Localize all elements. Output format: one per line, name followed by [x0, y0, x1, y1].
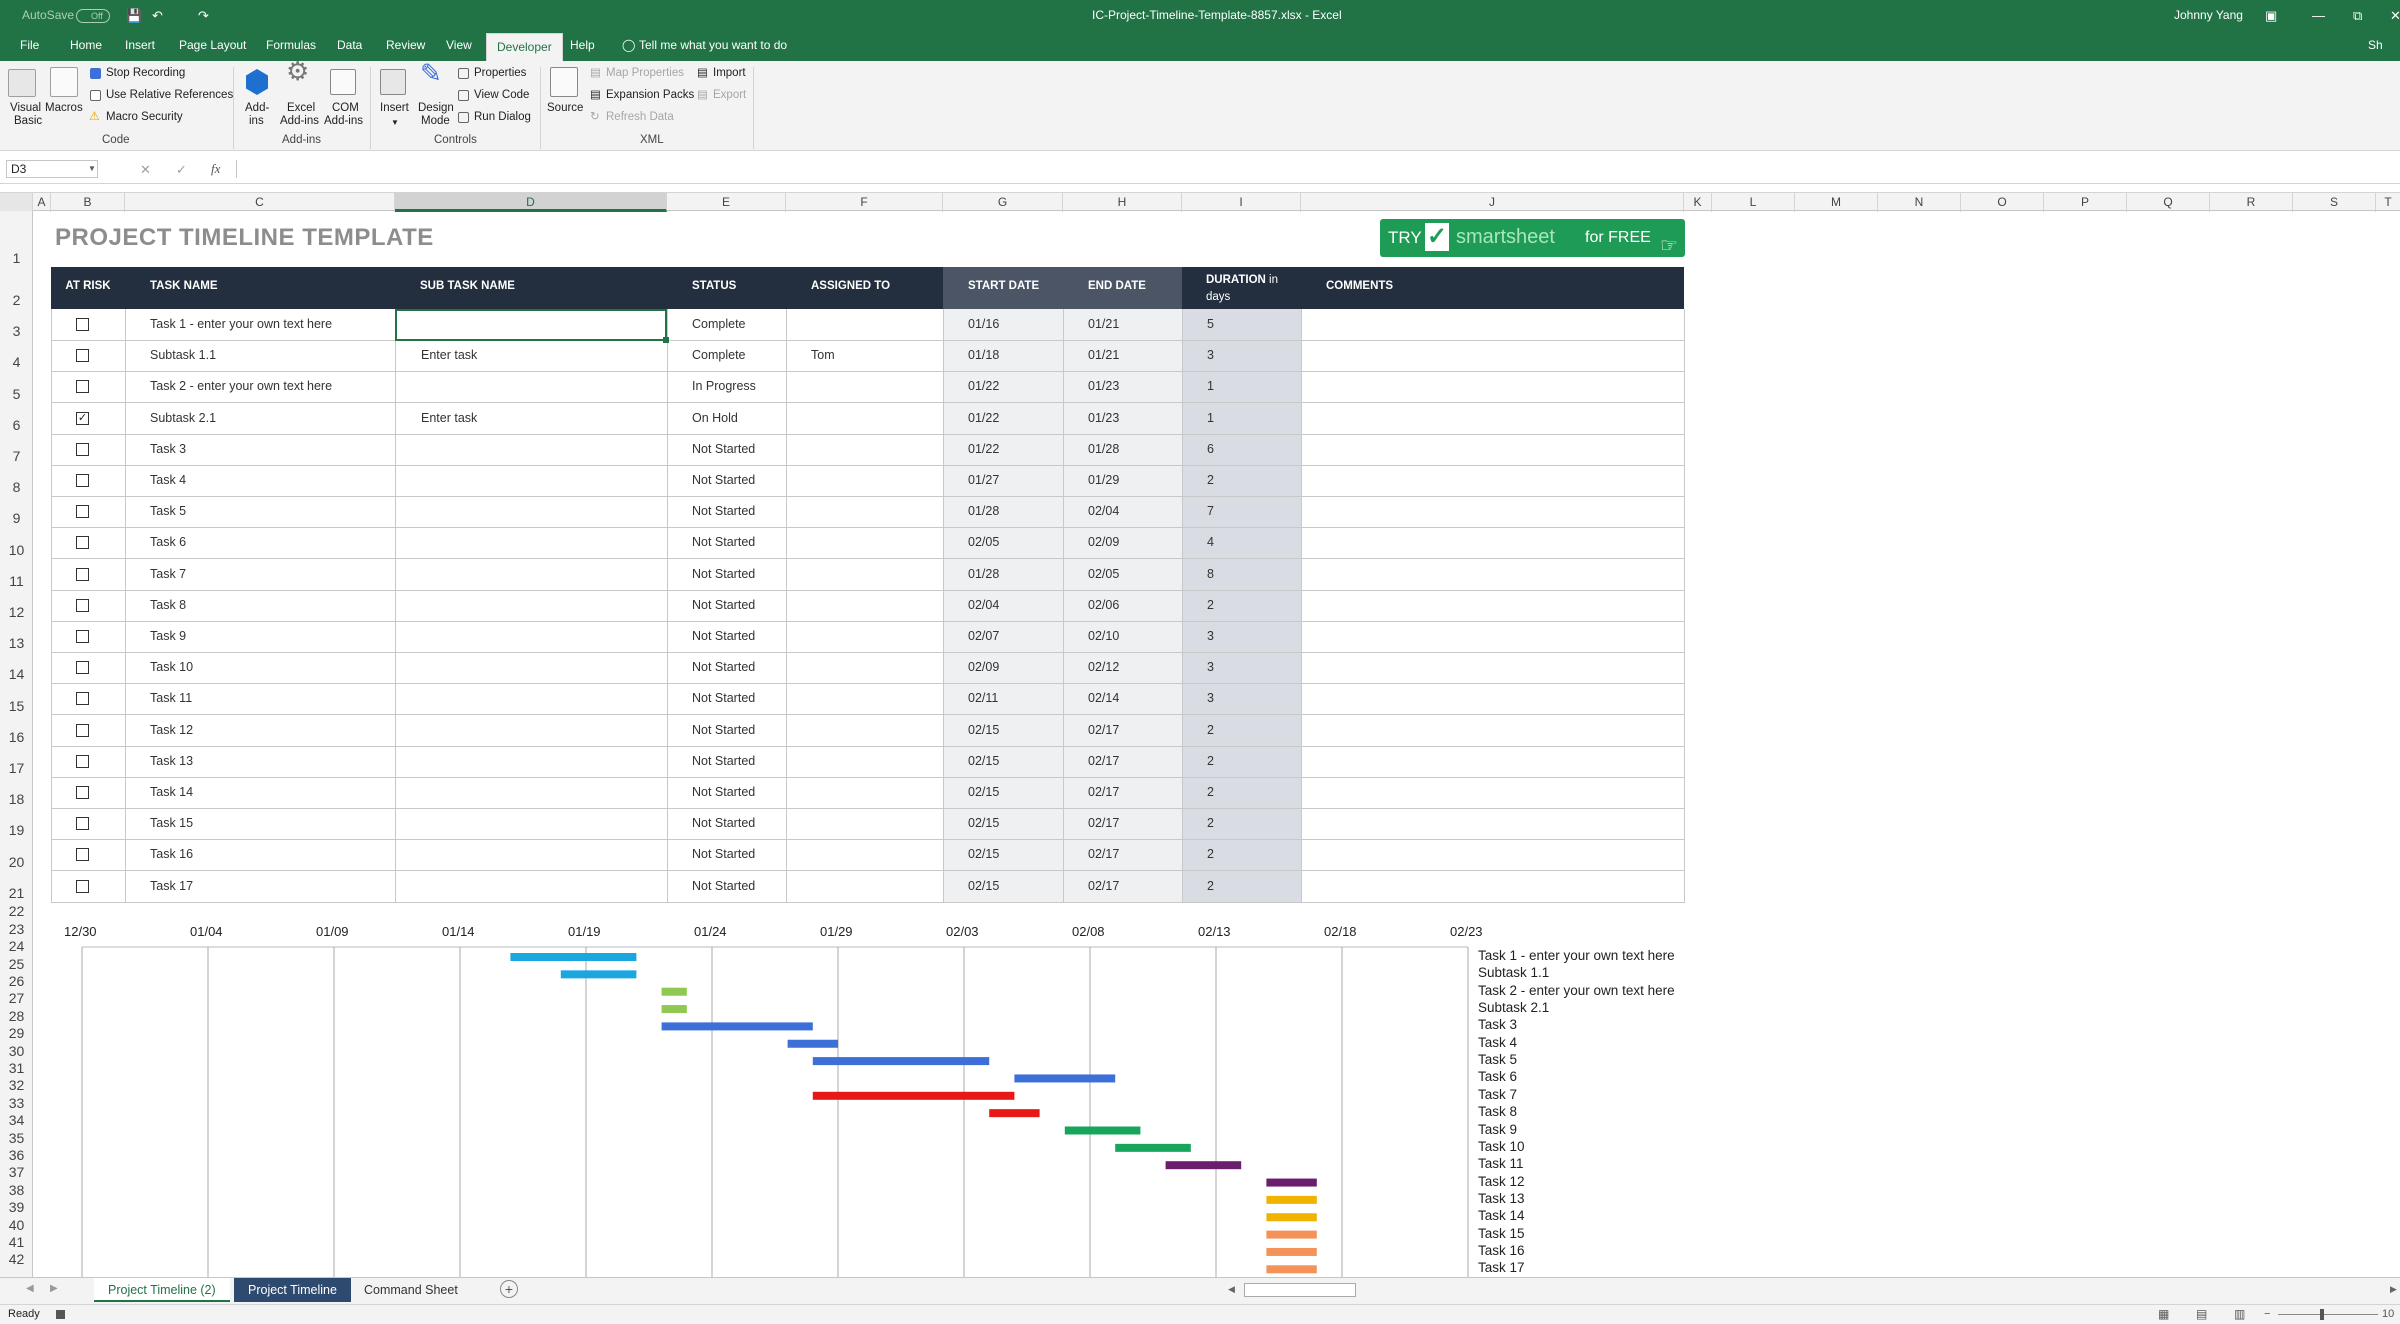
- gantt-task-label: Subtask 1.1: [1478, 965, 1550, 981]
- gantt-bar: [1115, 1143, 1191, 1152]
- add-sheet-icon[interactable]: +: [500, 1280, 518, 1298]
- gantt-task-label: Task 11: [1478, 1156, 1524, 1172]
- gantt-task-label: Task 2 - enter your own text here: [1478, 982, 1675, 998]
- sheet-tab-bar: ◀ ▶ Project Timeline (2) Project Timelin…: [0, 1277, 2400, 1311]
- page-layout-view-icon[interactable]: ▤: [2196, 1307, 2207, 1321]
- gantt-task-label: Task 15: [1478, 1225, 1525, 1241]
- gantt-bar: [1266, 1195, 1317, 1204]
- gantt-date-tick: 02/23: [1450, 924, 1483, 939]
- gantt-task-label: Task 14: [1478, 1208, 1525, 1224]
- gantt-bar: [812, 1057, 990, 1066]
- gantt-task-label: Task 8: [1478, 1104, 1518, 1120]
- gantt-date-tick: 01/19: [568, 924, 601, 939]
- gantt-bar: [1266, 1247, 1317, 1256]
- zoom-slider-thumb[interactable]: [2320, 1309, 2324, 1320]
- hscroll-right-icon[interactable]: ▶: [2390, 1284, 2397, 1295]
- gantt-task-label: Task 10: [1478, 1138, 1525, 1154]
- gantt-bar: [1266, 1213, 1317, 1222]
- gantt-task-label: Task 9: [1478, 1121, 1518, 1137]
- gantt-bar: [560, 970, 637, 979]
- gantt-date-tick: 02/13: [1198, 924, 1231, 939]
- gantt-task-label: Task 7: [1478, 1086, 1518, 1102]
- gantt-bar: [1266, 1178, 1317, 1187]
- gantt-task-label: Subtask 2.1: [1478, 1000, 1550, 1016]
- gantt-task-label: Task 17: [1478, 1260, 1525, 1276]
- gantt-chart: [81, 946, 1469, 1277]
- gantt-task-label: Task 6: [1478, 1069, 1518, 1085]
- tab-scroll-right-icon[interactable]: ▶: [50, 1283, 58, 1294]
- macro-recording-icon[interactable]: [56, 1310, 65, 1319]
- gantt-bar: [787, 1039, 838, 1048]
- gantt-task-label: Task 1 - enter your own text here: [1478, 948, 1675, 963]
- gantt-date-tick: 01/09: [316, 924, 349, 939]
- excel-window: AutoSave Off 💾 ↶ ↷ IC-Project-Timeline-T…: [0, 0, 2400, 1324]
- gantt-task-label: Task 4: [1478, 1034, 1518, 1050]
- status-bar: Ready ▦ ▤ ▥ − 10: [0, 1304, 2400, 1324]
- gantt-bar: [989, 1109, 1040, 1118]
- zoom-out-icon[interactable]: −: [2264, 1308, 2270, 1320]
- gantt-bar: [1266, 1230, 1317, 1239]
- gantt-bar: [812, 1091, 1015, 1100]
- gantt-bar: [661, 1005, 687, 1014]
- gantt-date-tick: 02/18: [1324, 924, 1357, 939]
- zoom-level[interactable]: 10: [2382, 1308, 2394, 1320]
- gantt-task-label: Task 13: [1478, 1190, 1525, 1206]
- status-ready: Ready: [8, 1308, 40, 1320]
- sheet-tab-command-sheet[interactable]: Command Sheet: [350, 1278, 472, 1302]
- gantt-bar: [1165, 1161, 1242, 1170]
- hscroll-left-icon[interactable]: ◀: [1228, 1284, 1235, 1295]
- gantt-date-tick: 01/04: [190, 924, 223, 939]
- gantt-bar: [1014, 1074, 1116, 1083]
- sheet-tab-project-timeline-2[interactable]: Project Timeline (2): [94, 1278, 230, 1302]
- zoom-slider[interactable]: [2278, 1314, 2378, 1315]
- sheet-tab-project-timeline[interactable]: Project Timeline: [234, 1278, 351, 1302]
- gantt-task-label: Task 12: [1478, 1173, 1525, 1189]
- normal-view-icon[interactable]: ▦: [2158, 1307, 2169, 1321]
- horizontal-scrollbar-thumb[interactable]: [1244, 1283, 1356, 1297]
- gantt-bar: [510, 953, 637, 961]
- page-break-view-icon[interactable]: ▥: [2234, 1307, 2245, 1321]
- gantt-date-tick: 02/08: [1072, 924, 1105, 939]
- gantt-date-tick: 02/03: [946, 924, 979, 939]
- gantt-date-tick: 01/24: [694, 924, 727, 939]
- gantt-bar: [1064, 1126, 1141, 1135]
- gantt-bar: [1266, 1265, 1317, 1274]
- gantt-task-label: Task 16: [1478, 1242, 1525, 1258]
- gantt-task-label: Task 3: [1478, 1017, 1518, 1033]
- gantt-date-tick: 12/30: [64, 924, 97, 939]
- tab-scroll-left-icon[interactable]: ◀: [26, 1283, 34, 1294]
- gantt-bar: [661, 987, 687, 996]
- gantt-date-tick: 01/14: [442, 924, 475, 939]
- gantt-date-tick: 01/29: [820, 924, 853, 939]
- gantt-task-label: Task 5: [1478, 1052, 1518, 1068]
- gantt-bar: [661, 1022, 813, 1031]
